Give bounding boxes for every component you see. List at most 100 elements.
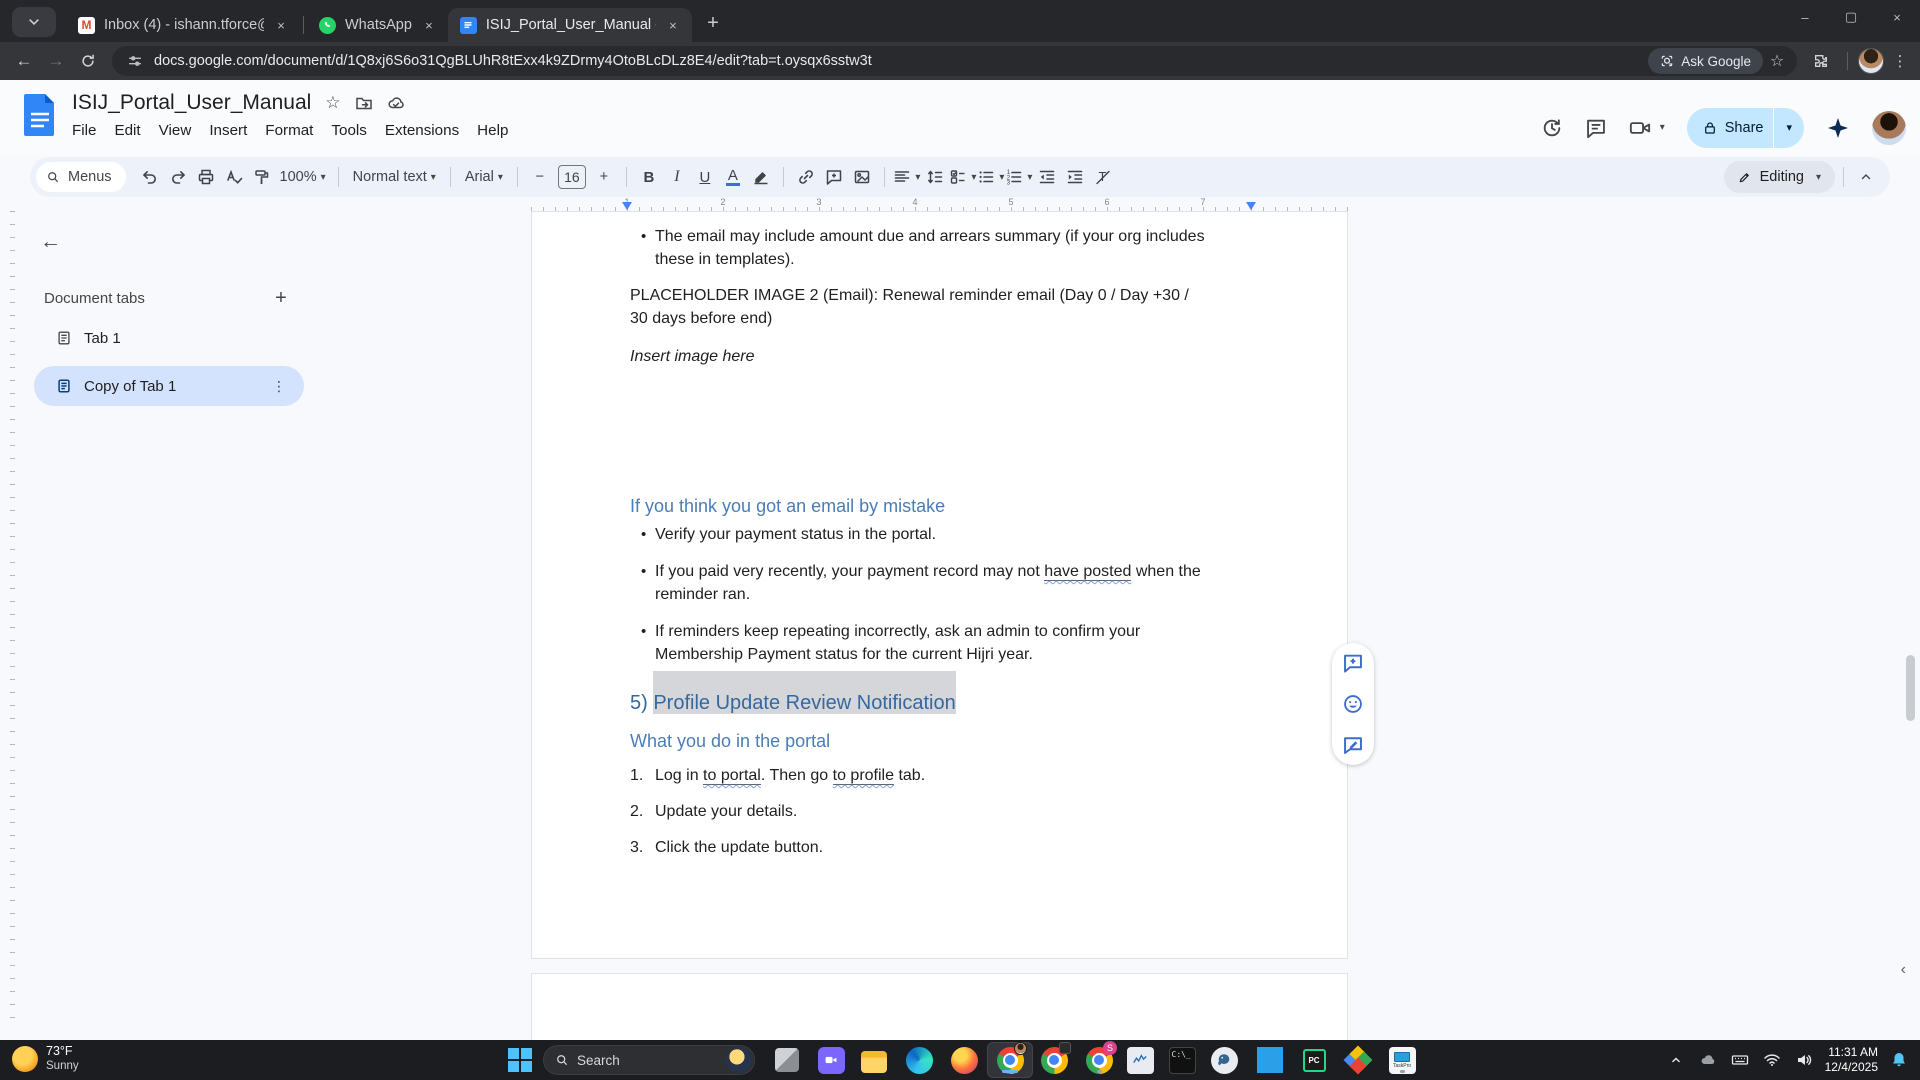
tab-close-icon[interactable]: ×: [664, 16, 682, 34]
menu-help[interactable]: Help: [468, 119, 517, 142]
suggest-edit-button[interactable]: [1340, 732, 1366, 758]
notification-bell-icon[interactable]: [1888, 1049, 1910, 1071]
cloud-saved-icon[interactable]: [387, 94, 405, 112]
doc-block-bullet[interactable]: •If you paid very recently, your payment…: [630, 560, 1307, 606]
doc-line[interactable]: PLACEHOLDER IMAGE 2 (Email): Renewal rem…: [630, 284, 1307, 307]
undo-icon[interactable]: [136, 163, 164, 191]
doc-block-h3[interactable]: If you think you got an email by mistake: [630, 493, 1307, 519]
share-button[interactable]: Share ▾: [1687, 108, 1804, 148]
document-text[interactable]: •The email may include amount due and ar…: [630, 225, 1307, 859]
document-title[interactable]: ISIJ_Portal_User_Manual: [72, 91, 311, 115]
start-button[interactable]: [506, 1046, 534, 1074]
doc-line[interactable]: Insert image here: [630, 345, 1307, 368]
document-page[interactable]: •The email may include amount due and ar…: [531, 211, 1348, 959]
taskbar-color-diamond-app[interactable]: [1344, 1046, 1372, 1074]
taskbar-taskpro[interactable]: TaskPro: [1388, 1046, 1416, 1074]
browser-profile-avatar[interactable]: [1858, 48, 1884, 74]
emoji-reaction-button[interactable]: [1340, 691, 1366, 717]
doc-line[interactable]: If you paid very recently, your payment …: [655, 560, 1307, 583]
taskbar-edge[interactable]: [905, 1046, 933, 1074]
horizontal-ruler[interactable]: 1 2 3 4 5 6 7: [531, 199, 1348, 211]
font-size-field[interactable]: 16: [558, 165, 586, 189]
doc-block-bullet[interactable]: •Verify your payment status in the porta…: [630, 523, 1307, 546]
maximize-button[interactable]: ▢: [1828, 0, 1874, 34]
taskbar-meet[interactable]: [817, 1046, 845, 1074]
redo-icon[interactable]: [164, 163, 192, 191]
doc-line[interactable]: The email may include amount due and arr…: [655, 225, 1307, 248]
decrease-indent-icon[interactable]: [1033, 163, 1061, 191]
doc-line[interactable]: Log in to portal. Then go to profile tab…: [655, 764, 1307, 787]
doc-block-num[interactable]: 2.Update your details.: [630, 800, 1307, 823]
taskbar-firefox[interactable]: [950, 1046, 978, 1074]
menu-edit[interactable]: Edit: [105, 119, 149, 142]
onedrive-cloud-icon[interactable]: [1697, 1049, 1719, 1071]
italic-button[interactable]: I: [663, 163, 691, 191]
align-select[interactable]: ▾: [893, 163, 921, 191]
doc-line[interactable]: these in templates).: [655, 248, 1307, 271]
url-text[interactable]: docs.google.com/document/d/1Q8xj6S6o31Qg…: [154, 53, 1648, 69]
taskbar-clock[interactable]: 11:31 AM 12/4/2025: [1825, 1045, 1878, 1075]
doc-line[interactable]: 5) Profile Update Review Notification: [630, 688, 1307, 718]
omnibox[interactable]: docs.google.com/document/d/1Q8xj6S6o31Qg…: [112, 46, 1797, 76]
tray-chevron-up-icon[interactable]: [1665, 1049, 1687, 1071]
close-button[interactable]: ×: [1874, 0, 1920, 34]
font-select[interactable]: Arial▾: [459, 163, 509, 191]
underline-button[interactable]: U: [691, 163, 719, 191]
line-spacing-icon[interactable]: [921, 163, 949, 191]
clear-formatting-icon[interactable]: T: [1089, 163, 1117, 191]
sidebar-back-icon[interactable]: ←: [40, 227, 70, 257]
taskbar-chrome-3[interactable]: S: [1085, 1046, 1113, 1074]
menu-extensions[interactable]: Extensions: [376, 119, 468, 142]
browser-menu-kebab-icon[interactable]: ⋮: [1888, 52, 1912, 70]
grammar-suggestion[interactable]: to profile: [833, 767, 894, 785]
doc-line[interactable]: Membership Payment status for the curren…: [655, 643, 1307, 666]
spellcheck-icon[interactable]: [220, 163, 248, 191]
browser-tab-whatsapp[interactable]: WhatsApp ×: [307, 8, 448, 42]
reload-icon[interactable]: [72, 45, 104, 77]
sidebar-item-copy-of-tab-1[interactable]: Copy of Tab 1 ⋮: [34, 366, 304, 406]
menu-insert[interactable]: Insert: [200, 119, 256, 142]
add-tab-icon[interactable]: +: [268, 287, 294, 310]
taskbar-task-view[interactable]: [773, 1046, 801, 1074]
volume-icon[interactable]: [1793, 1049, 1815, 1071]
bulleted-list-select[interactable]: ▾: [977, 163, 1005, 191]
add-comment-icon[interactable]: [820, 163, 848, 191]
text-color-button[interactable]: A: [719, 163, 747, 191]
menu-file[interactable]: File: [63, 119, 105, 142]
doc-block-num[interactable]: 3.Click the update button.: [630, 836, 1307, 859]
taskbar-postgresql[interactable]: [1210, 1046, 1238, 1074]
share-caret-icon[interactable]: ▾: [1774, 121, 1804, 134]
taskbar-chrome-2[interactable]: [1040, 1046, 1068, 1074]
doc-block-italic[interactable]: Insert image here: [630, 345, 1307, 368]
docs-app-icon[interactable]: [22, 92, 58, 138]
doc-line[interactable]: Update your details.: [655, 800, 1307, 823]
sidebar-item-tab-1[interactable]: Tab 1: [34, 318, 304, 358]
taskbar-terminal[interactable]: C:\_: [1168, 1046, 1196, 1074]
menu-view[interactable]: View: [150, 119, 201, 142]
right-indent-marker[interactable]: [1246, 202, 1256, 210]
font-size-decrease[interactable]: −: [526, 163, 554, 191]
menu-format[interactable]: Format: [256, 119, 322, 142]
taskbar-task-manager[interactable]: [1126, 1046, 1154, 1074]
tab-close-icon[interactable]: ×: [272, 16, 290, 34]
taskbar-pycharm[interactable]: PC: [1300, 1046, 1328, 1074]
left-indent-marker[interactable]: [622, 202, 632, 210]
bold-button[interactable]: B: [635, 163, 663, 191]
numbered-list-select[interactable]: 123▾: [1005, 163, 1033, 191]
forward-icon[interactable]: →: [40, 45, 72, 77]
gemini-sparkle-icon[interactable]: [1826, 116, 1850, 140]
print-icon[interactable]: [192, 163, 220, 191]
editing-mode-button[interactable]: Editing ▾: [1724, 161, 1835, 193]
selected-text[interactable]: Profile Update Review Notification: [653, 692, 955, 714]
checklist-select[interactable]: ▾: [949, 163, 977, 191]
browser-tab-gmail[interactable]: M Inbox (4) - ishann.tforce@gmail ×: [66, 8, 300, 42]
back-icon[interactable]: ←: [8, 45, 40, 77]
doc-block-h3[interactable]: What you do in the portal: [630, 728, 1307, 754]
doc-block-para[interactable]: PLACEHOLDER IMAGE 2 (Email): Renewal rem…: [630, 284, 1307, 330]
doc-line[interactable]: What you do in the portal: [630, 728, 1307, 754]
paragraph-style-select[interactable]: Normal text▾: [347, 163, 442, 191]
doc-line[interactable]: Verify your payment status in the portal…: [655, 523, 1307, 546]
doc-block-bullet[interactable]: •If reminders keep repeating incorrectly…: [630, 620, 1307, 666]
scrollbar-thumb[interactable]: [1906, 655, 1915, 721]
taskbar-vscode[interactable]: [1256, 1046, 1284, 1074]
